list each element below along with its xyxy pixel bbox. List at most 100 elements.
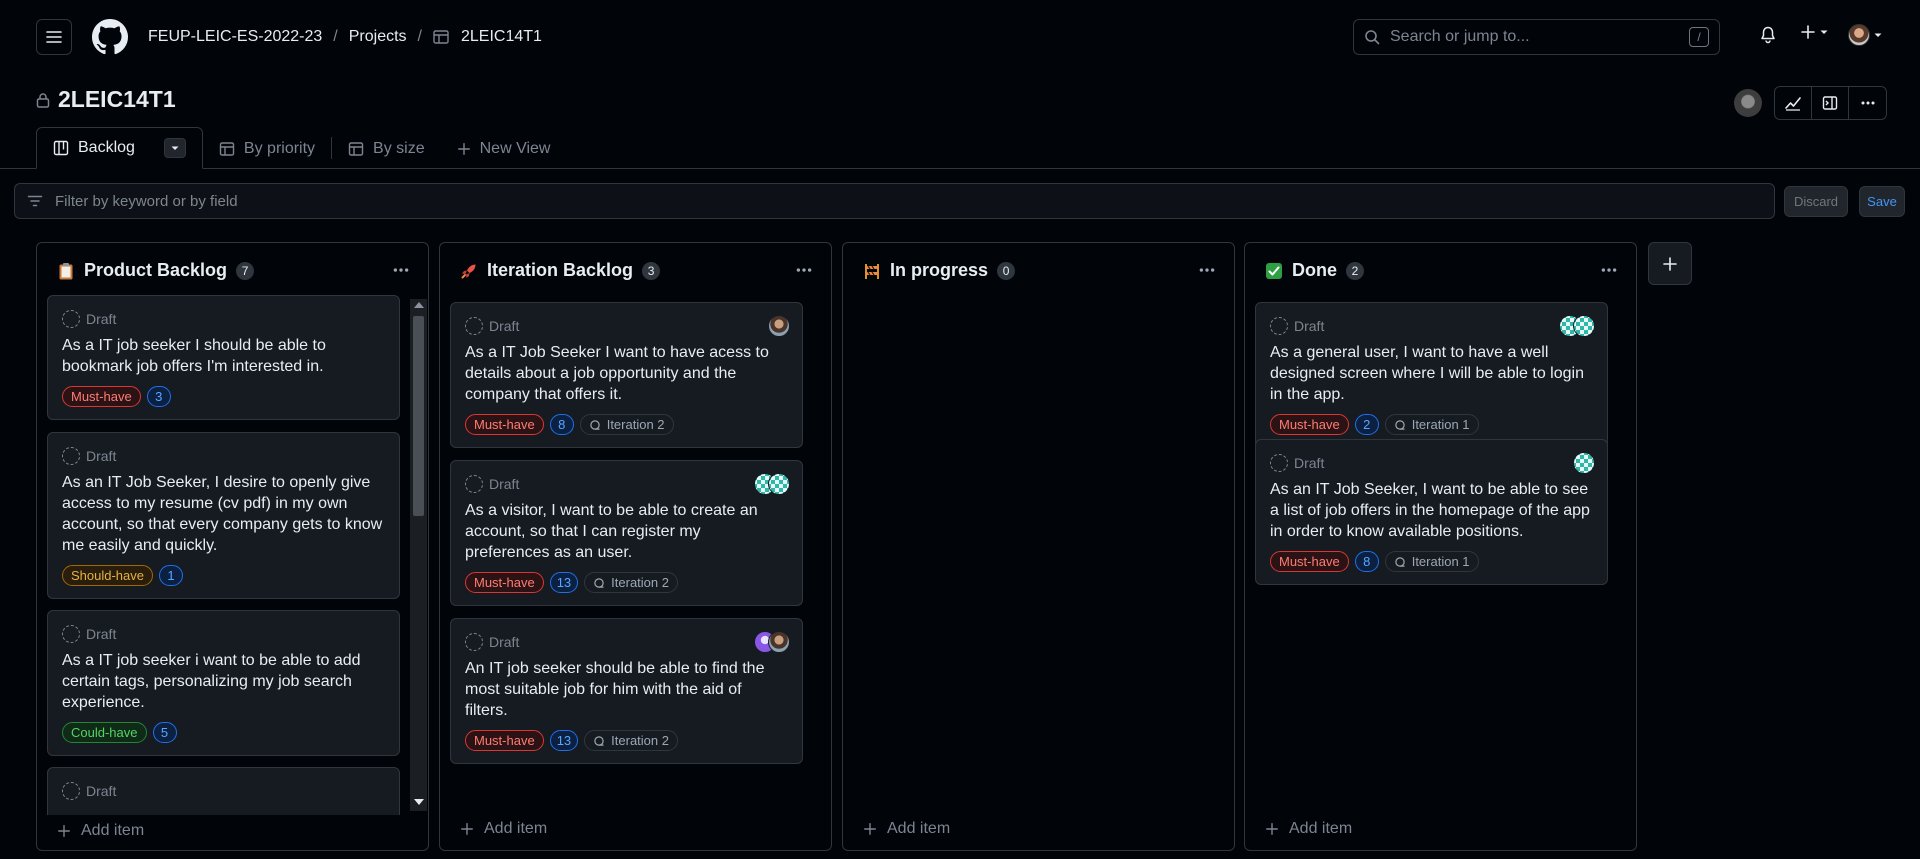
size-label: 5 (152, 722, 177, 743)
card-title[interactable]: As a visitor, I want to be able to creat… (465, 500, 788, 563)
add-item-button[interactable]: Add item (57, 822, 144, 840)
tab-label: New View (479, 139, 551, 157)
scroll-thumb[interactable] (413, 316, 424, 516)
board-card[interactable]: Draft As a visitor, I want to be able to… (450, 460, 803, 606)
filter-placeholder: Filter by keyword or by field (55, 192, 238, 210)
scroll-down-arrow-icon[interactable] (414, 799, 424, 805)
view-options-dropdown[interactable] (163, 138, 186, 158)
assignees (1573, 452, 1595, 474)
column-menu-icon[interactable] (795, 261, 813, 279)
iterations-icon (1394, 419, 1405, 430)
construction-icon (863, 262, 881, 280)
assignees (754, 631, 790, 653)
breadcrumb-project-link[interactable]: 2LEIC14T1 (461, 28, 542, 46)
iteration-text: Iteration 1 (1411, 554, 1470, 569)
search-input[interactable]: Search or jump to... / (1353, 19, 1720, 55)
card-title[interactable]: As a IT job seeker I should be able to b… (62, 335, 385, 377)
breadcrumb-org-link[interactable]: FEUP-LEIC-ES-2022-23 (148, 28, 322, 46)
card-title[interactable]: An IT job seeker should be able to find … (465, 658, 788, 721)
avatar[interactable] (768, 631, 790, 653)
breadcrumb-separator: / (333, 28, 338, 45)
card-title[interactable]: As an IT Job Seeker, I desire to openly … (62, 472, 385, 556)
iteration-label: Iteration 2 (579, 414, 674, 435)
project-title: 2LEIC14T1 (36, 86, 176, 113)
add-item-button[interactable]: Add item (460, 820, 547, 838)
tab-backlog[interactable]: Backlog (36, 127, 203, 169)
board-card[interactable]: Draft As a IT job seeker I should be abl… (47, 295, 400, 420)
table-icon (219, 141, 235, 156)
search-shortcut-badge: / (1689, 27, 1709, 47)
size-label: 13 (549, 572, 579, 593)
tab-by-size[interactable]: By size (332, 128, 441, 169)
priority-label: Must-have (465, 572, 544, 593)
filter-input[interactable]: Filter by keyword or by field (14, 183, 1775, 219)
plus-icon (457, 142, 470, 155)
caret-down-icon (1874, 33, 1882, 37)
board-icon (53, 140, 69, 156)
draft-icon (62, 309, 80, 328)
board-card[interactable]: Draft An IT job seeker should be able to… (450, 618, 803, 764)
column-menu-icon[interactable] (1600, 261, 1618, 279)
graph-icon (1785, 97, 1801, 111)
plus-icon (461, 823, 473, 835)
card-title[interactable]: As an IT Job Seeker, I want to be able t… (1270, 479, 1593, 542)
tab-by-priority[interactable]: By priority (203, 128, 331, 169)
board-card[interactable]: Draft (47, 767, 400, 815)
breadcrumb-projects-link[interactable]: Projects (349, 28, 407, 46)
plus-icon (1663, 256, 1677, 271)
card-title[interactable]: As a general user, I want to have a well… (1270, 342, 1593, 405)
user-menu[interactable] (1848, 24, 1883, 46)
notifications-bell-icon[interactable] (1760, 26, 1776, 44)
avatar[interactable] (1573, 452, 1595, 474)
sidebar-expand-icon (1822, 96, 1838, 110)
size-label: 8 (549, 414, 574, 435)
column-header: Product Backlog 7 (57, 260, 255, 281)
board-card[interactable]: Draft As an IT Job Seeker, I want to be … (1255, 439, 1608, 585)
iterations-icon (589, 419, 600, 430)
column-title: Iteration Backlog (487, 260, 634, 280)
board-card[interactable]: Draft As an IT Job Seeker, I desire to o… (47, 432, 400, 599)
save-button[interactable]: Save (1859, 186, 1905, 217)
create-new-menu[interactable] (1800, 24, 1829, 40)
breadcrumb: FEUP-LEIC-ES-2022-23 / Projects / 2LEIC1… (148, 28, 542, 46)
project-button-group (1774, 86, 1887, 120)
iteration-text: Iteration 2 (611, 575, 669, 590)
column-scrollbar[interactable] (410, 299, 427, 811)
card-title[interactable]: As a IT Job Seeker I want to have acess … (465, 342, 788, 405)
tab-new-view[interactable]: New View (441, 128, 567, 169)
column-menu-icon[interactable] (392, 261, 410, 279)
caret-down-icon (1820, 30, 1828, 34)
card-title[interactable]: As a IT job seeker i want to be able to … (62, 650, 385, 713)
add-item-button[interactable]: Add item (863, 820, 950, 838)
collaborator-avatar[interactable] (1734, 89, 1762, 117)
add-item-button[interactable]: Add item (1265, 820, 1352, 838)
column-menu-icon[interactable] (1198, 261, 1216, 279)
card-status: Draft (86, 625, 117, 642)
avatar[interactable] (768, 473, 790, 495)
board-card[interactable]: Draft As a IT job seeker i want to be ab… (47, 610, 400, 756)
draft-icon (465, 316, 483, 335)
draft-icon (465, 474, 483, 493)
scroll-up-arrow-icon[interactable] (414, 302, 424, 308)
size-label: 1 (159, 565, 183, 586)
column-count: 3 (642, 261, 661, 280)
card-status: Draft (86, 782, 117, 799)
more-options-button[interactable] (1849, 87, 1886, 119)
hamburger-menu-button[interactable] (36, 19, 72, 55)
avatar[interactable] (768, 315, 790, 337)
column-items: Draft As a IT job seeker I should be abl… (37, 295, 428, 815)
discard-button[interactable]: Discard (1784, 186, 1848, 217)
tab-label: Backlog (78, 139, 135, 156)
github-logo-icon[interactable] (92, 19, 128, 55)
insights-button[interactable] (1775, 87, 1812, 119)
board-card[interactable]: Draft As a IT Job Seeker I want to have … (450, 302, 803, 448)
assignees (754, 473, 790, 495)
column-header: Iteration Backlog 3 (460, 260, 661, 281)
iteration-text: Iteration 2 (611, 733, 669, 748)
iterations-icon (1394, 556, 1405, 567)
add-column-button[interactable] (1648, 242, 1692, 285)
view-tabs: Backlog By priority By size New View (36, 127, 567, 169)
side-panel-button[interactable] (1812, 87, 1849, 119)
avatar[interactable] (1573, 315, 1595, 337)
board-card[interactable]: Draft As a general user, I want to have … (1255, 302, 1608, 448)
